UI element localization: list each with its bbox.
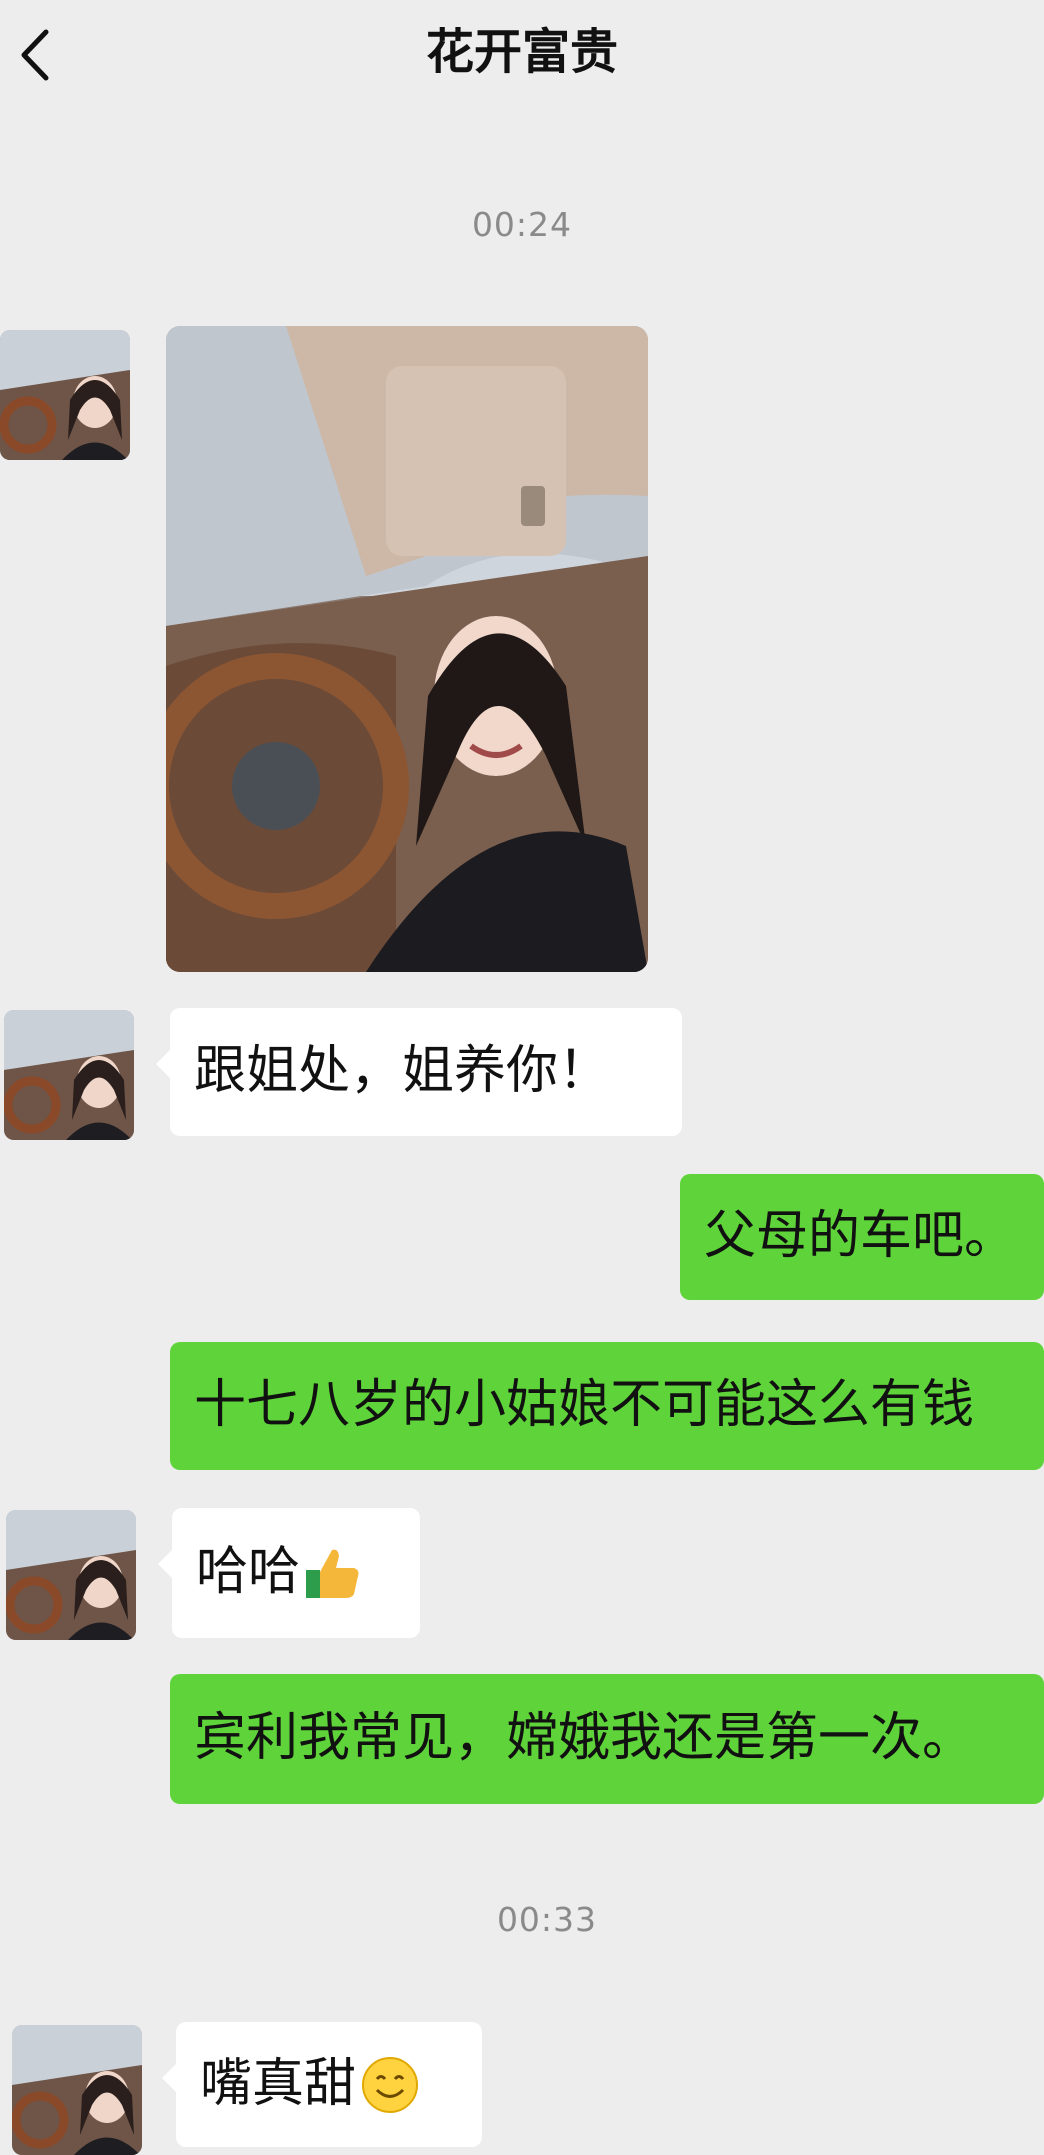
thumbs-up-icon	[306, 1549, 359, 1598]
photo-message[interactable]	[166, 326, 648, 972]
message-text: 宾利我常见，嫦娥我还是第一次。	[194, 1708, 975, 1769]
message-bubble-outgoing[interactable]: 十七八岁的小姑娘不可能这么有钱	[170, 1342, 1044, 1470]
chat-header: 花开富贵	[0, 0, 1044, 110]
timestamp: 00:33	[496, 1900, 598, 1939]
avatar[interactable]	[6, 1510, 136, 1640]
message-text: 跟姐处，姐养你！	[194, 1041, 611, 1102]
message-bubble-outgoing[interactable]: 父母的车吧。	[680, 1174, 1044, 1300]
avatar[interactable]	[12, 2025, 142, 2155]
smile-emoji-icon	[362, 2056, 419, 2113]
chat-title: 花开富贵	[425, 24, 618, 80]
message-bubble-incoming[interactable]: 跟姐处，姐养你！	[156, 1008, 682, 1136]
timestamp: 00:24	[471, 205, 573, 244]
message-text: 父母的车吧。	[704, 1206, 1017, 1267]
message-text: 嘴真甜	[200, 2053, 357, 2114]
avatar[interactable]	[0, 330, 130, 460]
message-bubble-incoming[interactable]: 嘴真甜	[162, 2022, 482, 2147]
message-bubble-incoming[interactable]: 哈哈	[158, 1508, 420, 1638]
message-text: 十七八岁的小姑娘不可能这么有钱	[194, 1375, 975, 1436]
message-bubble-outgoing[interactable]: 宾利我常见，嫦娥我还是第一次。	[170, 1674, 1044, 1804]
avatar[interactable]	[4, 1010, 134, 1140]
message-text: 哈哈	[196, 1542, 301, 1603]
